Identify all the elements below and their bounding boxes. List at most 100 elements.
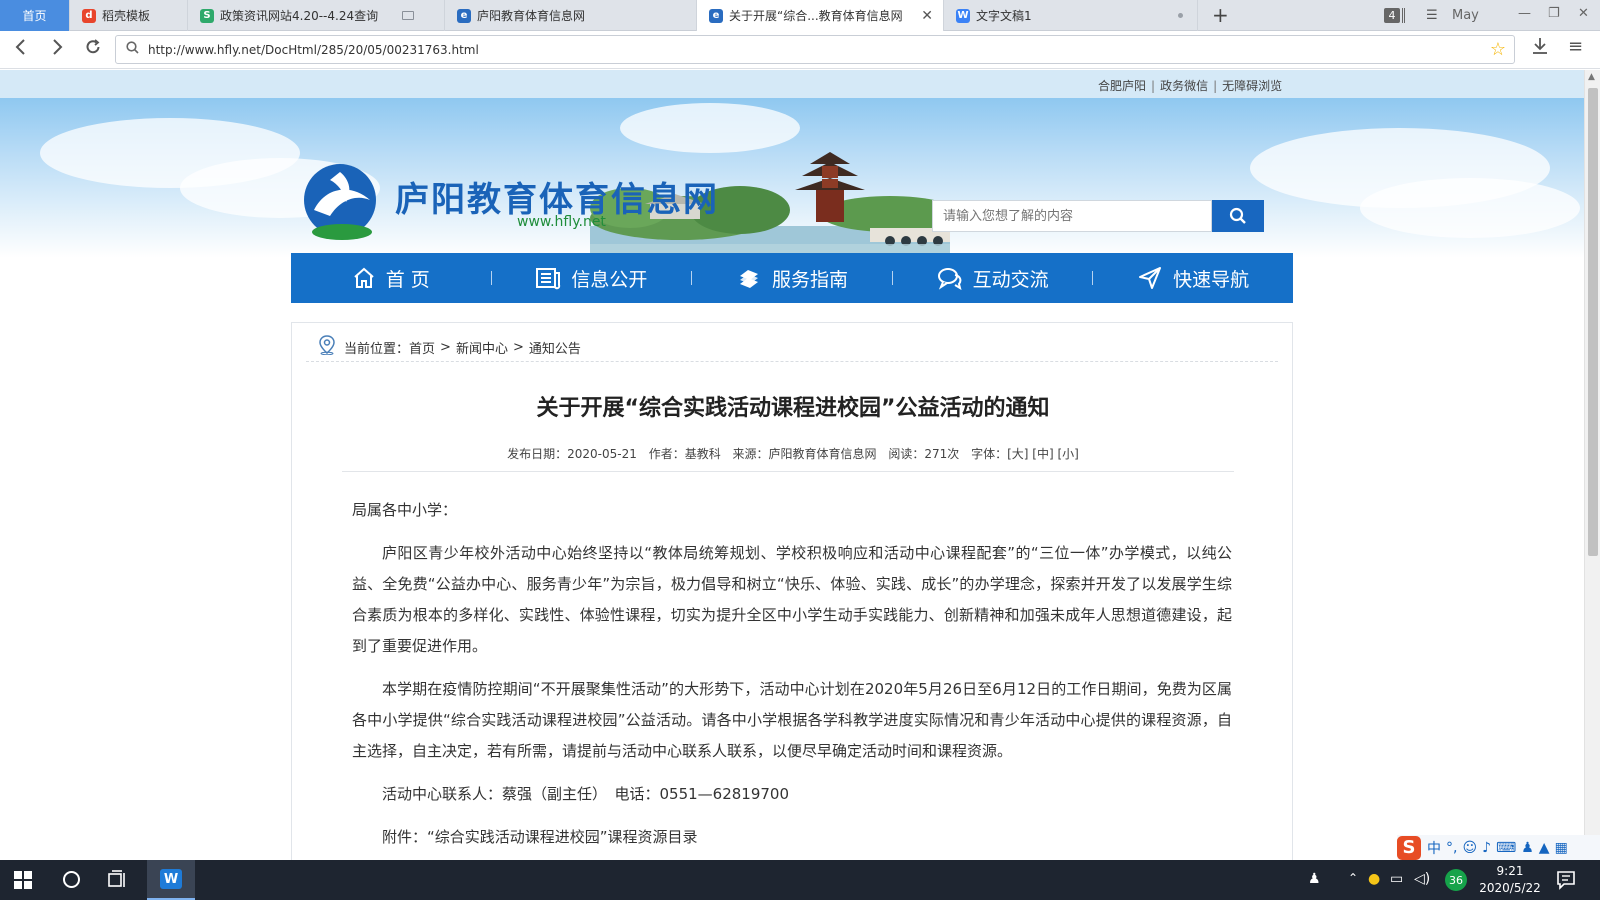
close-window-icon[interactable]: ✕ [1578, 6, 1589, 21]
site-banner: 庐阳教育体育信息网 www.hfly.net [0, 98, 1584, 258]
download-icon[interactable] [1532, 37, 1548, 60]
action-center-icon[interactable] [1556, 870, 1578, 894]
nav-home[interactable]: 首 页 [291, 265, 491, 292]
show-hidden-icons-icon[interactable]: ⌃ [1348, 871, 1358, 885]
forward-icon[interactable] [50, 38, 64, 61]
skin-icon[interactable]: ▲ [1539, 840, 1550, 856]
top-link-wechat[interactable]: 政务微信 [1160, 79, 1208, 93]
tab-label: 庐阳教育体育信息网 [477, 9, 586, 23]
wps-icon: W [160, 869, 182, 889]
tab-count-badge[interactable]: 4 [1384, 8, 1400, 23]
main-nav: 首 页 信息公开 服务指南 互动交流 快速导航 [291, 253, 1293, 303]
bookmark-star-icon[interactable]: ☆ [1490, 39, 1506, 60]
clock-time: 9:21 [1496, 864, 1524, 878]
breadcrumb-separator: > [440, 339, 451, 355]
search-icon [126, 41, 139, 58]
tab-writer-doc[interactable]: W 文字文稿1 [944, 0, 1198, 31]
people-icon[interactable]: ♟ [1308, 871, 1321, 887]
nav-quick-navigation[interactable]: 快速导航 [1093, 265, 1293, 292]
site-search-input[interactable] [933, 201, 1203, 231]
search-icon [1229, 207, 1246, 224]
site-search-box [932, 200, 1212, 232]
tab-home[interactable]: 首页 [0, 0, 70, 31]
article-meta: 发布日期：2020-05-21 作者：基教科 来源：庐阳教育体育信息网 阅读：2… [292, 445, 1294, 462]
nav-interaction[interactable]: 互动交流 [893, 265, 1093, 292]
top-link-accessibility[interactable]: 无障碍浏览 [1222, 79, 1282, 93]
minimize-icon[interactable]: — [1518, 6, 1531, 21]
page-viewport: 合肥庐阳 | 政务微信 | 无障碍浏览 庐阳教育体育信息网 www.hfly.n… [0, 70, 1584, 860]
windows-start-icon[interactable] [14, 871, 32, 893]
tab-current-article[interactable]: e 关于开展“综合...教育体育信息网 ✕ [697, 0, 944, 31]
scrollbar-thumb[interactable] [1588, 88, 1598, 556]
home-icon [352, 266, 376, 290]
sheet-icon: S [200, 8, 214, 23]
breadcrumb-prefix: 当前位置： [344, 341, 410, 357]
breadcrumb-home[interactable]: 首页 [409, 338, 435, 357]
divider [306, 361, 1278, 362]
keyboard-icon[interactable]: ⌨ [1496, 840, 1516, 856]
top-link-hefei-luyang[interactable]: 合肥庐阳 [1098, 79, 1146, 93]
chat-icon [937, 266, 963, 290]
ime-toolbar: S 中 °, ☺ ♪ ⌨ ♟ ▲ ▦ [1397, 835, 1600, 860]
network-icon[interactable]: ▭ [1390, 871, 1403, 887]
punctuation-icon[interactable]: °, [1446, 840, 1457, 856]
security-score-badge[interactable]: 36 [1445, 869, 1467, 891]
cloud-decoration [1360, 178, 1580, 238]
tab-docer[interactable]: d 稻壳模板 [70, 0, 188, 31]
nav-label: 首 页 [385, 268, 430, 291]
attachment-link[interactable]: 附件：“综合实践活动课程进校园”课程资源目录 [352, 822, 1232, 853]
nav-service-guide[interactable]: 服务指南 [692, 265, 892, 292]
user-account-label[interactable]: May [1452, 8, 1479, 23]
tab-label: 文字文稿1 [976, 9, 1032, 23]
tab-luyang-site[interactable]: e 庐阳教育体育信息网 [445, 0, 697, 31]
reload-icon[interactable] [84, 38, 102, 61]
breadcrumb: 当前位置： 首页 > 新闻中心 > 通知公告 [318, 335, 581, 359]
microphone-icon[interactable]: ♪ [1482, 840, 1491, 856]
cortana-search-icon[interactable] [63, 871, 80, 888]
breadcrumb-notices[interactable]: 通知公告 [529, 338, 581, 357]
scroll-up-icon[interactable]: ▲ [1588, 72, 1595, 82]
font-size-switcher[interactable]: 字体：[大] [中] [小] [971, 447, 1079, 461]
user-icon[interactable]: ♟ [1521, 840, 1534, 856]
emoji-icon[interactable]: ☺ [1462, 840, 1477, 856]
url-text[interactable]: http://www.hfly.net/DocHtml/285/20/05/00… [148, 43, 479, 57]
browser-menu-icon[interactable]: ≡ [1568, 36, 1583, 57]
divider: | [1151, 79, 1156, 93]
close-tab-icon[interactable]: ✕ [921, 8, 933, 24]
site-logo-icon[interactable] [300, 160, 386, 244]
volume-icon[interactable]: ◁) [1414, 871, 1430, 887]
tab-label: 政策资讯网站4.20--4.24查询 [220, 9, 379, 23]
site-icon: e [709, 8, 723, 23]
task-view-icon[interactable] [108, 870, 126, 894]
new-tab-button[interactable]: + [1212, 3, 1229, 27]
tab-policy-sheet[interactable]: S 政策资讯网站4.20--4.24查询 [188, 0, 445, 31]
article-paragraph: 本学期在疫情防控期间“不开展聚集性活动”的大形势下，活动中心计划在2020年5月… [352, 680, 1232, 760]
nav-label: 信息公开 [571, 268, 648, 291]
wps-taskbar-button[interactable]: W [147, 860, 195, 900]
unsaved-dot-icon [1178, 13, 1183, 18]
article-salutation: 局属各中小学： [352, 501, 458, 519]
tab-label: 关于开展“综合...教育体育信息网 [729, 9, 903, 23]
cloud-decoration [620, 103, 800, 153]
article-container: 当前位置： 首页 > 新闻中心 > 通知公告 关于开展“综合实践活动课程进校园”… [291, 322, 1293, 860]
breadcrumb-news-center[interactable]: 新闻中心 [456, 338, 508, 357]
system-clock[interactable]: 9:21 2020/5/22 [1475, 863, 1545, 897]
url-field[interactable]: http://www.hfly.net/DocHtml/285/20/05/00… [115, 35, 1515, 64]
tab-label: 稻壳模板 [102, 9, 151, 23]
browser-tab-bar: 首页 d 稻壳模板 S 政策资讯网站4.20--4.24查询 e 庐阳教育体育信… [0, 0, 1600, 31]
ime-mode-label[interactable]: 中 [1427, 838, 1441, 858]
site-search-button[interactable] [1212, 200, 1264, 232]
security-shield-icon[interactable]: ● [1368, 871, 1380, 887]
restore-icon[interactable]: ❐ [1548, 6, 1560, 21]
nav-label: 快速导航 [1173, 268, 1250, 291]
back-icon[interactable] [14, 38, 28, 61]
contact-line: 活动中心联系人：蔡强（副主任） 电话：0551—62819700 [382, 785, 790, 803]
divider: | [1213, 79, 1218, 93]
tab-count-icon [1402, 8, 1405, 23]
nav-info-disclosure[interactable]: 信息公开 [492, 265, 692, 292]
toolbox-icon[interactable]: ▦ [1555, 840, 1568, 856]
divider [342, 471, 1234, 472]
list-menu-icon[interactable]: ☰ [1426, 8, 1438, 23]
vertical-scrollbar[interactable]: ▲ [1584, 70, 1600, 860]
sogou-ime-icon[interactable]: S [1397, 835, 1421, 860]
